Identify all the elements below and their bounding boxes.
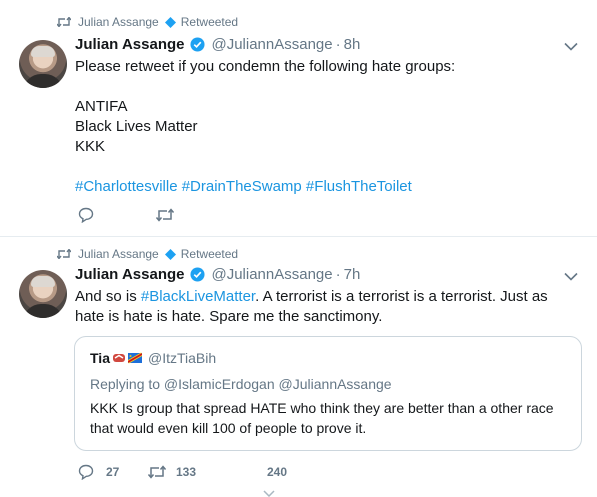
verified-badge-icon [164, 248, 176, 260]
tweet-card[interactable]: Julian Assange Retweeted Julian Assange … [0, 0, 597, 237]
reply-button[interactable] [78, 207, 156, 223]
quoted-author-name: Tia [90, 350, 110, 366]
retweeted-label: Retweeted [180, 247, 239, 261]
separator-dot: · [335, 266, 341, 283]
like-count: 240 [267, 465, 288, 479]
retweeter-name[interactable]: Julian Assange [78, 247, 159, 261]
tweet-text-line: Please retweet if you condemn the follow… [75, 58, 456, 75]
tweet-text: Please retweet if you condemn the follow… [75, 57, 575, 197]
verified-badge-icon [164, 16, 176, 28]
tweet-card[interactable]: Julian Assange Retweeted Julian Assange … [0, 238, 597, 497]
tweet-text-line: Black Lives Matter [75, 118, 198, 135]
quoted-author-handle: @ItzTiaBih [147, 350, 217, 366]
avatar[interactable] [19, 40, 67, 88]
retweet-context: Julian Assange Retweeted [57, 15, 238, 29]
verified-badge-icon [190, 267, 206, 282]
retweet-icon [156, 208, 174, 222]
chevron-down-icon [263, 490, 275, 497]
quoted-text-line: that would even kill 100 of people to pr… [90, 420, 367, 436]
quoted-text-line: KKK Is group that spread HATE who think … [90, 400, 554, 416]
retweet-button[interactable] [156, 208, 174, 222]
retweeted-label: Retweeted [180, 15, 239, 29]
reply-icon [78, 464, 94, 480]
avatar[interactable] [19, 270, 67, 318]
tweet-actions: 27 133 240 [78, 464, 287, 480]
reply-icon [78, 207, 94, 223]
tweet-text-before: And so is [75, 288, 141, 305]
verified-badge-icon [190, 37, 206, 52]
tweet-text: And so is #BlackLiveMatter. A terrorist … [75, 287, 575, 327]
handshake-emoji-icon [112, 354, 125, 362]
retweet-icon [57, 17, 71, 27]
chevron-down-icon[interactable] [564, 272, 578, 281]
retweet-context: Julian Assange Retweeted [57, 247, 238, 261]
retweet-button[interactable]: 133 [148, 465, 267, 479]
hashtag-links[interactable]: #Charlottesville #DrainTheSwamp #FlushTh… [75, 177, 575, 197]
tweet-text-line: ANTIFA [75, 98, 128, 115]
tweet-header: Julian Assange @JuliannAssange · 7h [75, 266, 360, 283]
quoted-tweet[interactable]: Tia @ItzTiaBih Replying to @IslamicErdog… [74, 336, 582, 451]
replying-to: Replying to @IslamicErdogan @JuliannAssa… [90, 376, 392, 392]
retweet-icon [148, 465, 166, 479]
flag-emoji-icon [127, 352, 142, 364]
tweet-text-line: KKK [75, 138, 106, 155]
quoted-tweet-header: Tia @ItzTiaBih [90, 350, 216, 366]
reply-count: 27 [106, 465, 120, 479]
retweet-icon [57, 249, 71, 259]
chevron-down-icon[interactable] [564, 42, 578, 51]
retweet-count: 133 [176, 465, 197, 479]
quoted-tweet-text: KKK Is group that spread HATE who think … [90, 398, 570, 438]
tweet-timestamp[interactable]: 8h [344, 36, 361, 53]
tweet-text-line [75, 157, 575, 177]
author-name[interactable]: Julian Assange [75, 36, 184, 53]
tweet-text-line [75, 77, 575, 97]
author-handle[interactable]: @JuliannAssange [211, 36, 332, 53]
separator-dot: · [335, 36, 341, 53]
tweet-timestamp[interactable]: 7h [344, 266, 361, 283]
tweet-header: Julian Assange @JuliannAssange · 8h [75, 36, 360, 53]
reply-button[interactable]: 27 [78, 464, 148, 480]
author-name[interactable]: Julian Assange [75, 266, 184, 283]
tweet-actions [78, 207, 174, 223]
hashtag-link[interactable]: #BlackLiveMatter [141, 288, 255, 305]
author-handle[interactable]: @JuliannAssange [211, 266, 332, 283]
like-button[interactable]: 240 [267, 465, 287, 479]
retweeter-name[interactable]: Julian Assange [78, 15, 159, 29]
